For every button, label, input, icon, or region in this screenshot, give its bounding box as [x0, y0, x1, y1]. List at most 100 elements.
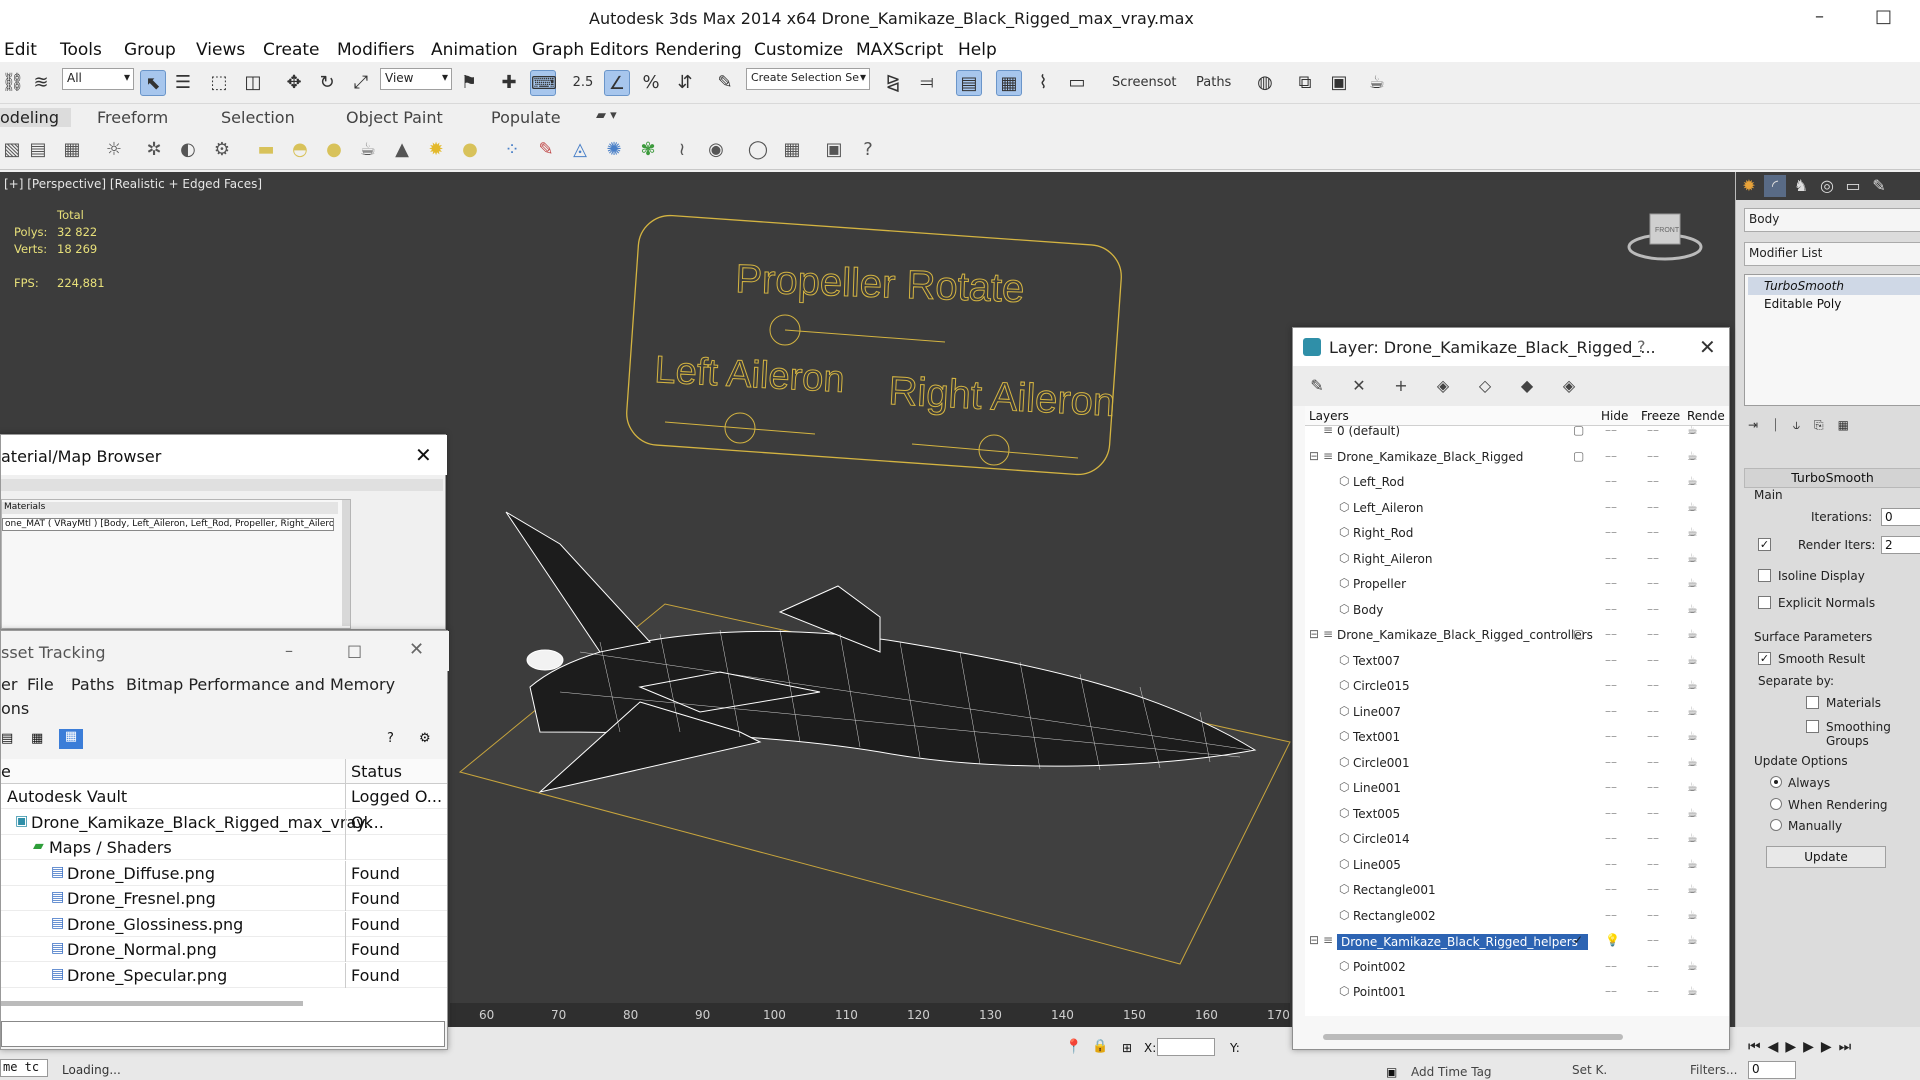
asset-row[interactable]: ▰ Maps / Shaders	[1, 835, 447, 860]
rotate-icon[interactable]: ↻	[314, 70, 340, 96]
reference-coordinate-dropdown[interactable]: View	[380, 68, 452, 90]
render-toggle-icon[interactable]: ☕	[1687, 525, 1698, 539]
layer-icon[interactable]: ▧	[0, 138, 24, 162]
layer-row-name[interactable]: Text001	[1353, 730, 1400, 744]
freeze-toggle[interactable]: ––	[1647, 500, 1659, 514]
material-editor-icon[interactable]: ◍	[1252, 70, 1278, 96]
layer-row[interactable]: ⬡ Line001 –– –– ☕	[1305, 777, 1729, 802]
freeze-toggle[interactable]: ––	[1647, 627, 1659, 641]
asset-row[interactable]: ▤ Drone_Diffuse.png Found	[1, 860, 447, 886]
layer-row-name[interactable]: Text005	[1353, 807, 1400, 821]
display-tab-icon[interactable]: ▭	[1842, 175, 1864, 197]
iterations-input[interactable]: 0	[1881, 508, 1920, 526]
stack-controls[interactable]: ⇥⏐⫝⎘▦	[1748, 418, 1863, 433]
percent-snap-icon[interactable]: %	[638, 70, 664, 96]
current-layer-box-icon[interactable]: ▢	[1573, 627, 1584, 641]
menu-customize[interactable]: Customize	[754, 40, 843, 60]
mesh-icon[interactable]: ◬	[568, 138, 592, 162]
hide-toggle[interactable]: ––	[1605, 653, 1617, 667]
tab-object-paint[interactable]: Object Paint	[346, 108, 443, 127]
materials-checkbox[interactable]	[1806, 696, 1819, 709]
add-time-tag[interactable]: Add Time Tag	[1411, 1065, 1492, 1079]
maxscript-listener[interactable]: me tc	[0, 1059, 48, 1077]
sphere-preview-icon[interactable]: ◯	[746, 138, 770, 162]
asset-row[interactable]: ▤ Drone_Normal.png Found	[1, 937, 447, 962]
delete-layer-icon[interactable]: ✕	[1347, 375, 1371, 397]
modify-tab-icon[interactable]: ◜	[1764, 175, 1786, 197]
layer-row-name[interactable]: Point001	[1353, 985, 1406, 999]
expand-collapse-icon[interactable]: ⊟	[1309, 627, 1319, 641]
help-icon[interactable]: ?	[856, 138, 880, 162]
render-toggle-icon[interactable]: ☕	[1687, 704, 1698, 718]
freeze-toggle[interactable]: ––	[1647, 933, 1659, 947]
material-list-scrollbar[interactable]	[342, 500, 350, 626]
render-toggle-icon[interactable]: ☕	[1687, 806, 1698, 820]
minimize-button[interactable]: –	[1815, 6, 1824, 27]
tab-modeling[interactable]: odeling	[0, 108, 71, 127]
col-hide[interactable]: Hide	[1601, 409, 1628, 423]
motion-tab-icon[interactable]: ◎	[1816, 175, 1838, 197]
freeze-toggle[interactable]: ––	[1647, 806, 1659, 820]
freeze-toggle[interactable]: ––	[1647, 576, 1659, 590]
asset-row[interactable]: ▤ Drone_Specular.png Found	[1, 962, 447, 988]
freeze-toggle[interactable]: ––	[1647, 653, 1659, 667]
cone-icon[interactable]: ▲	[390, 138, 414, 162]
freeze-toggle[interactable]: ––	[1647, 525, 1659, 539]
layer-row[interactable]: ⬡ Text005 –– –– ☕	[1305, 803, 1729, 828]
render-toggle-icon[interactable]: ☕	[1687, 984, 1698, 998]
hide-toggle[interactable]: ––	[1605, 500, 1617, 514]
hide-toggle[interactable]: ––	[1605, 678, 1617, 692]
expand-collapse-icon[interactable]: ⊟	[1309, 933, 1319, 947]
frame-buffer-icon[interactable]: ▣	[822, 138, 846, 162]
layer-row-name[interactable]: Line005	[1353, 858, 1401, 872]
layer-row-name[interactable]: Drone_Kamikaze_Black_Rigged_controllers	[1337, 628, 1593, 642]
selection-filter-dropdown[interactable]: All	[62, 68, 134, 90]
render-toggle-icon[interactable]: ☕	[1687, 551, 1698, 565]
align-icon[interactable]: ⫤	[914, 70, 940, 96]
maximize-button[interactable]: □	[1875, 6, 1892, 27]
layer-row-name[interactable]: Line007	[1353, 705, 1401, 719]
move-icon[interactable]: ✥	[281, 70, 307, 96]
menu-create[interactable]: Create	[263, 40, 320, 60]
playback-controls[interactable]: ⏮◀▶▶▶⏭	[1748, 1039, 1858, 1055]
update-manually-radio[interactable]	[1770, 819, 1782, 831]
hide-toggle[interactable]: ––	[1605, 426, 1617, 437]
new-layer-icon[interactable]: ✎	[1305, 375, 1329, 397]
menu-group[interactable]: Group	[124, 40, 176, 60]
modifier-list-dropdown[interactable]: Modifier List	[1744, 242, 1920, 266]
menu-file[interactable]: File	[27, 675, 54, 694]
hide-toggle[interactable]: ––	[1605, 831, 1617, 845]
maximize-icon[interactable]: □	[347, 641, 362, 660]
curve-editor-icon[interactable]: ⌇	[1030, 70, 1056, 96]
pivot-center-icon[interactable]: ⚑	[456, 70, 482, 96]
hierarchy-tab-icon[interactable]: ♞	[1790, 175, 1812, 197]
ribbon-options-icon[interactable]: ▰ ▾	[596, 108, 617, 123]
render-toggle-icon[interactable]: ☕	[1687, 755, 1698, 769]
menu-views[interactable]: Views	[196, 40, 245, 60]
render-toggle-icon[interactable]: ☕	[1687, 959, 1698, 973]
hide-toggle[interactable]: ––	[1605, 627, 1617, 641]
set-key-button[interactable]: Set K.	[1572, 1063, 1607, 1077]
render-toggle-icon[interactable]: ☕	[1687, 474, 1698, 488]
key-pin-icon[interactable]: 📍	[1065, 1039, 1082, 1055]
layer-row-name[interactable]: Text007	[1353, 654, 1400, 668]
layer-row-name[interactable]: Circle014	[1353, 832, 1410, 846]
render-toggle-icon[interactable]: ☕	[1687, 933, 1698, 947]
layer-row-name[interactable]: Line001	[1353, 781, 1401, 795]
hide-toggle[interactable]: ––	[1605, 474, 1617, 488]
menu-server[interactable]: er	[1, 675, 17, 694]
layer-row[interactable]: ⬡ Rectangle001 –– –– ☕	[1305, 879, 1729, 904]
menu-bitmap-performance[interactable]: Bitmap Performance and Memory	[126, 675, 395, 694]
menu-help[interactable]: Help	[958, 40, 997, 60]
freeze-toggle[interactable]: ––	[1647, 882, 1659, 896]
hide-toggle[interactable]: 💡	[1605, 933, 1620, 947]
current-layer-box-icon[interactable]: ▢	[1573, 426, 1584, 437]
update-when-rendering-radio[interactable]	[1770, 798, 1782, 810]
select-object-icon[interactable]: ⬉	[140, 70, 166, 96]
teapot-tool-icon[interactable]: ⚙	[210, 138, 234, 162]
lightbulb-icon[interactable]: ☼	[102, 138, 126, 162]
spinner-snap-icon[interactable]: ⇵	[672, 70, 698, 96]
layer-row[interactable]: ⬡ Line007 –– –– ☕	[1305, 701, 1729, 726]
layer-row[interactable]: ⬡ Right_Aileron –– –– ☕	[1305, 548, 1729, 573]
hide-toggle[interactable]: ––	[1605, 729, 1617, 743]
